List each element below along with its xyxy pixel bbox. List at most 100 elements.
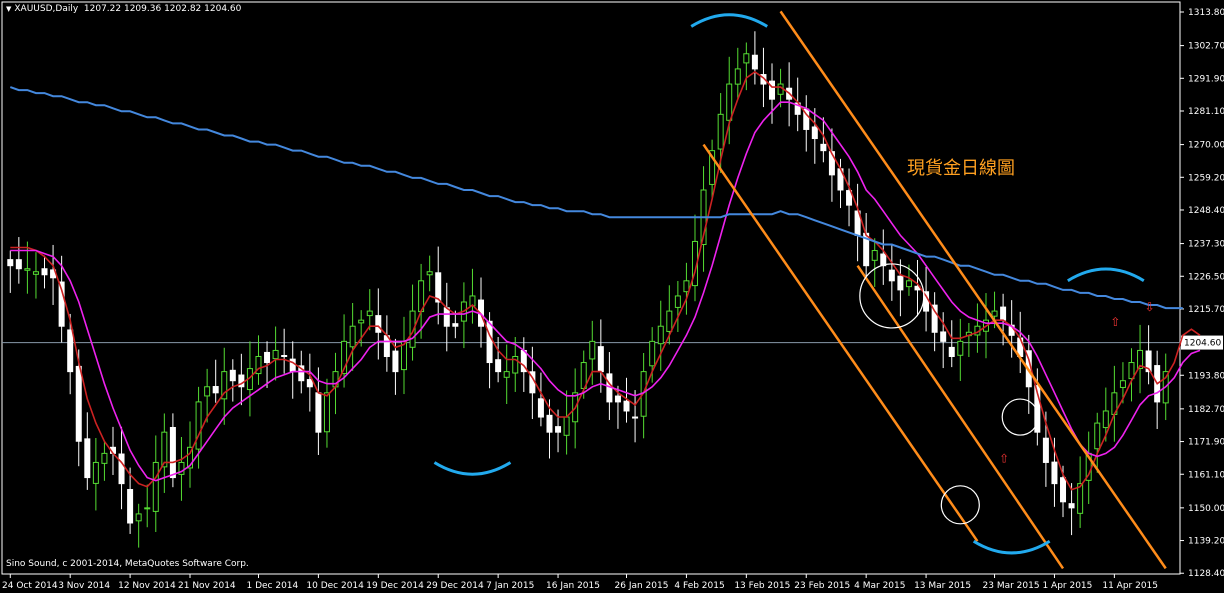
candle-body xyxy=(32,271,39,275)
candle-body xyxy=(734,68,741,85)
candle-body xyxy=(614,395,621,403)
candle-body xyxy=(871,250,878,261)
candle-body xyxy=(289,358,296,373)
candle-body xyxy=(991,310,998,317)
candle-body xyxy=(349,325,356,348)
candle-body xyxy=(195,401,202,450)
candle-body xyxy=(41,268,48,276)
candle-body xyxy=(683,280,690,293)
candle-body xyxy=(366,310,373,317)
x-tick-label: 4 Mar 2015 xyxy=(854,581,905,591)
current-price-label: 1204.60 xyxy=(1184,339,1221,349)
x-tick-label: 23 Feb 2015 xyxy=(794,581,850,591)
candle-body xyxy=(555,426,562,433)
candle-body xyxy=(323,392,330,433)
y-tick-label: 1193.80 xyxy=(1188,371,1224,381)
copyright-text: Sino Sound, c 2001-2014, MetaQuotes Soft… xyxy=(6,559,249,569)
candle-body xyxy=(563,416,570,436)
candle-body xyxy=(24,268,31,271)
candle-body xyxy=(940,331,947,342)
y-tick-label: 1139.20 xyxy=(1188,537,1224,547)
candle-body xyxy=(1068,503,1075,509)
candle-body xyxy=(769,80,776,100)
y-tick-label: 1302.70 xyxy=(1188,42,1224,52)
candle-body xyxy=(597,346,604,373)
candle-body xyxy=(452,323,459,327)
x-tick-label: 4 Feb 2015 xyxy=(674,581,724,591)
x-tick-label: 10 Dec 2014 xyxy=(306,581,364,591)
candle-body xyxy=(1051,461,1058,485)
candle-body xyxy=(443,307,450,327)
candle-body xyxy=(888,269,895,282)
candle-body xyxy=(666,310,673,332)
x-tick-label: 29 Dec 2014 xyxy=(426,581,484,591)
candle-body xyxy=(281,355,288,358)
x-tick-label: 13 Feb 2015 xyxy=(734,581,790,591)
candle-body xyxy=(169,426,176,479)
x-tick-label: 1 Dec 2014 xyxy=(246,581,298,591)
candle-body xyxy=(272,349,279,360)
chart-header: ▼ XAUUSD,Daily 1207.22 1209.36 1202.82 12… xyxy=(6,4,241,14)
candle-body xyxy=(743,53,750,64)
candle-body xyxy=(957,340,964,356)
y-tick-label: 1248.40 xyxy=(1188,206,1224,216)
candle-body xyxy=(306,379,313,388)
y-tick-label: 1226.50 xyxy=(1188,272,1224,282)
swing-arc xyxy=(1067,267,1145,283)
candle-body xyxy=(92,461,99,484)
x-tick-label: 3 Nov 2014 xyxy=(58,581,110,591)
y-tick-label: 1291.90 xyxy=(1188,74,1224,84)
down-arrow-icon: ⇩ xyxy=(1145,300,1155,314)
candle-body xyxy=(657,325,664,345)
candle-body xyxy=(623,400,630,412)
candle-body xyxy=(649,340,656,367)
x-tick-label: 11 Apr 2015 xyxy=(1102,581,1158,591)
candle-body xyxy=(204,386,211,397)
up-arrow-icon: ⇧ xyxy=(1110,315,1120,329)
candle-body xyxy=(503,371,510,378)
up-arrow-icon: ⇧ xyxy=(999,451,1009,465)
candle-body xyxy=(486,320,493,364)
y-tick-label: 1259.20 xyxy=(1188,173,1224,183)
candle-body xyxy=(880,253,887,267)
y-tick-label: 1215.70 xyxy=(1188,305,1224,315)
candle-body xyxy=(264,351,271,364)
candle-body xyxy=(67,329,74,373)
candle-body xyxy=(546,414,553,433)
candle-body xyxy=(315,392,322,433)
y-tick-label: 1161.10 xyxy=(1188,470,1224,480)
candle-body xyxy=(135,513,142,522)
x-tick-label: 12 Nov 2014 xyxy=(118,581,176,591)
y-tick-label: 1150.00 xyxy=(1188,504,1224,514)
candle-body xyxy=(726,83,733,121)
candle-body xyxy=(358,319,365,324)
candle-body xyxy=(1119,380,1126,388)
candle-body xyxy=(118,453,125,485)
candle-body xyxy=(674,295,681,308)
candle-body xyxy=(84,438,91,479)
ma-mid-line xyxy=(10,101,1201,482)
candle-body xyxy=(127,489,134,524)
x-tick-label: 7 Jan 2015 xyxy=(486,581,534,591)
candle-body xyxy=(75,365,82,442)
x-tick-label: 21 Nov 2014 xyxy=(178,581,236,591)
x-tick-label: 19 Dec 2014 xyxy=(366,581,424,591)
candle-body xyxy=(15,259,22,270)
y-tick-label: 1171.90 xyxy=(1188,438,1224,448)
collapse-triangle-icon[interactable]: ▼ xyxy=(6,5,11,13)
candle-body xyxy=(1102,410,1109,429)
channel-line xyxy=(779,10,1167,570)
candle-body xyxy=(537,398,544,418)
chart-canvas[interactable]: 1313.80 1302.70 1291.90 1281.10 1270.00 1259.… xyxy=(0,0,1224,593)
highlight-circle xyxy=(1001,398,1039,436)
swing-arc xyxy=(433,461,512,476)
candle-body xyxy=(897,275,904,291)
x-tick-label: 23 Mar 2015 xyxy=(983,581,1040,591)
candle-body xyxy=(1060,477,1067,503)
candle-body xyxy=(632,416,639,419)
candle-body xyxy=(101,452,108,464)
candle-body xyxy=(1094,422,1101,450)
candle-body xyxy=(811,126,818,140)
candle-body xyxy=(144,507,151,510)
candle-body xyxy=(948,346,955,357)
